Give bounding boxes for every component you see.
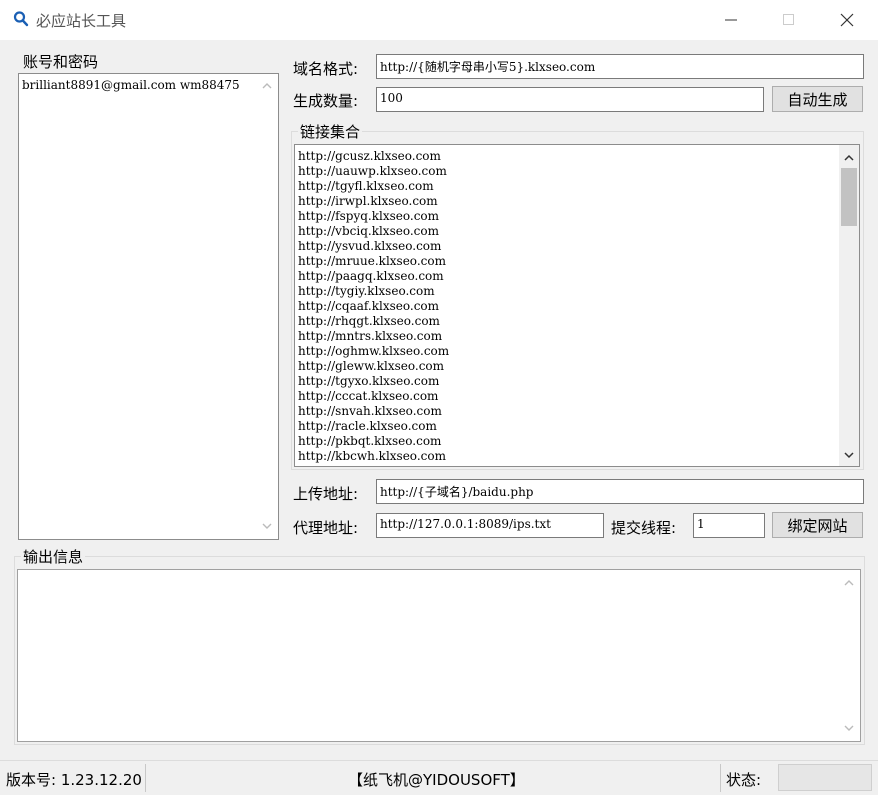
list-item[interactable]: http://snvah.klxseo.com	[298, 404, 833, 419]
list-item[interactable]: brilliant8891@gmail.com wm88475	[22, 78, 240, 92]
list-item[interactable]: http://fspyq.klxseo.com	[298, 209, 833, 224]
domain-format-input[interactable]: http://{随机字母串小写5}.klxseo.com	[376, 54, 864, 79]
status-label: 状态:	[726, 771, 762, 789]
proxy-label: 代理地址:	[293, 519, 359, 537]
search-icon	[13, 11, 29, 27]
list-item[interactable]: http://racle.klxseo.com	[298, 419, 833, 434]
list-item[interactable]: http://mntrs.klxseo.com	[298, 329, 833, 344]
minimize-icon	[725, 19, 737, 21]
window-title: 必应站长工具	[36, 12, 127, 30]
links-scrollbar[interactable]	[839, 145, 859, 466]
list-item[interactable]: http://rhqgt.klxseo.com	[298, 314, 833, 329]
output-label: 输出信息	[21, 546, 86, 567]
status-divider	[145, 764, 146, 792]
list-item[interactable]: http://oghmw.klxseo.com	[298, 344, 833, 359]
version-text: 版本号: 1.23.12.20	[6, 771, 142, 789]
list-item[interactable]: http://vbciq.klxseo.com	[298, 224, 833, 239]
list-item[interactable]: http://irwpl.klxseo.com	[298, 194, 833, 209]
list-item[interactable]: http://uauwp.klxseo.com	[298, 164, 833, 179]
list-item[interactable]: http://pkbqt.klxseo.com	[298, 434, 833, 449]
links-label: 链接集合	[298, 121, 363, 142]
status-indicator	[778, 764, 872, 791]
links-items: http://gcusz.klxseo.com http://uauwp.klxs…	[298, 149, 833, 464]
accounts-scroll-up[interactable]	[258, 77, 275, 94]
brand-text: 【纸飞机@YIDOUSOFT】	[348, 771, 525, 789]
upload-label: 上传地址:	[293, 485, 359, 503]
domain-format-label: 域名格式:	[293, 60, 359, 78]
accounts-label: 账号和密码	[21, 51, 101, 72]
title-bar: 必应站长工具	[0, 0, 878, 40]
list-item[interactable]: http://gcusz.klxseo.com	[298, 149, 833, 164]
status-divider	[720, 764, 721, 792]
threads-input[interactable]: 1	[693, 513, 765, 538]
status-bar: 版本号: 1.23.12.20 【纸飞机@YIDOUSOFT】 状态:	[0, 760, 878, 795]
links-scroll-up[interactable]	[840, 149, 857, 166]
close-button[interactable]	[818, 0, 876, 40]
chevron-down-icon	[844, 725, 853, 731]
list-item[interactable]: http://tgyxo.klxseo.com	[298, 374, 833, 389]
output-scroll-down[interactable]	[840, 720, 857, 737]
output-scroll-up[interactable]	[840, 574, 857, 591]
chevron-down-icon	[843, 452, 854, 459]
maximize-button[interactable]	[760, 0, 818, 40]
list-item[interactable]: http://kbcwh.klxseo.com	[298, 449, 833, 464]
threads-label: 提交线程:	[611, 519, 677, 537]
chevron-up-icon	[843, 154, 854, 161]
list-item[interactable]: http://mruue.klxseo.com	[298, 254, 833, 269]
auto-generate-button[interactable]: 自动生成	[772, 86, 863, 112]
bind-site-button[interactable]: 绑定网站	[772, 512, 863, 538]
links-scroll-thumb[interactable]	[841, 168, 857, 226]
maximize-icon	[783, 14, 794, 25]
close-icon	[840, 13, 854, 27]
upload-input[interactable]: http://{子域名}/baidu.php	[376, 479, 864, 504]
list-item[interactable]: http://ysvud.klxseo.com	[298, 239, 833, 254]
list-item[interactable]: http://tgyfl.klxseo.com	[298, 179, 833, 194]
list-item[interactable]: http://paagq.klxseo.com	[298, 269, 833, 284]
chevron-up-icon	[262, 83, 271, 89]
accounts-list[interactable]: brilliant8891@gmail.com wm88475	[18, 73, 279, 540]
proxy-input[interactable]: http://127.0.0.1:8089/ips.txt	[376, 513, 604, 538]
chevron-down-icon	[262, 523, 271, 529]
output-text[interactable]	[17, 569, 861, 742]
count-input[interactable]: 100	[376, 87, 764, 112]
count-label: 生成数量:	[293, 92, 359, 110]
list-item[interactable]: http://gleww.klxseo.com	[298, 359, 833, 374]
list-item[interactable]: http://tygiy.klxseo.com	[298, 284, 833, 299]
chevron-up-icon	[844, 580, 853, 586]
links-scroll-down[interactable]	[840, 447, 857, 464]
list-item[interactable]: http://cqaaf.klxseo.com	[298, 299, 833, 314]
list-item[interactable]: http://cccat.klxseo.com	[298, 389, 833, 404]
links-list[interactable]: http://gcusz.klxseo.com http://uauwp.klxs…	[294, 144, 860, 467]
accounts-scroll-down[interactable]	[258, 518, 275, 535]
minimize-button[interactable]	[702, 0, 760, 40]
